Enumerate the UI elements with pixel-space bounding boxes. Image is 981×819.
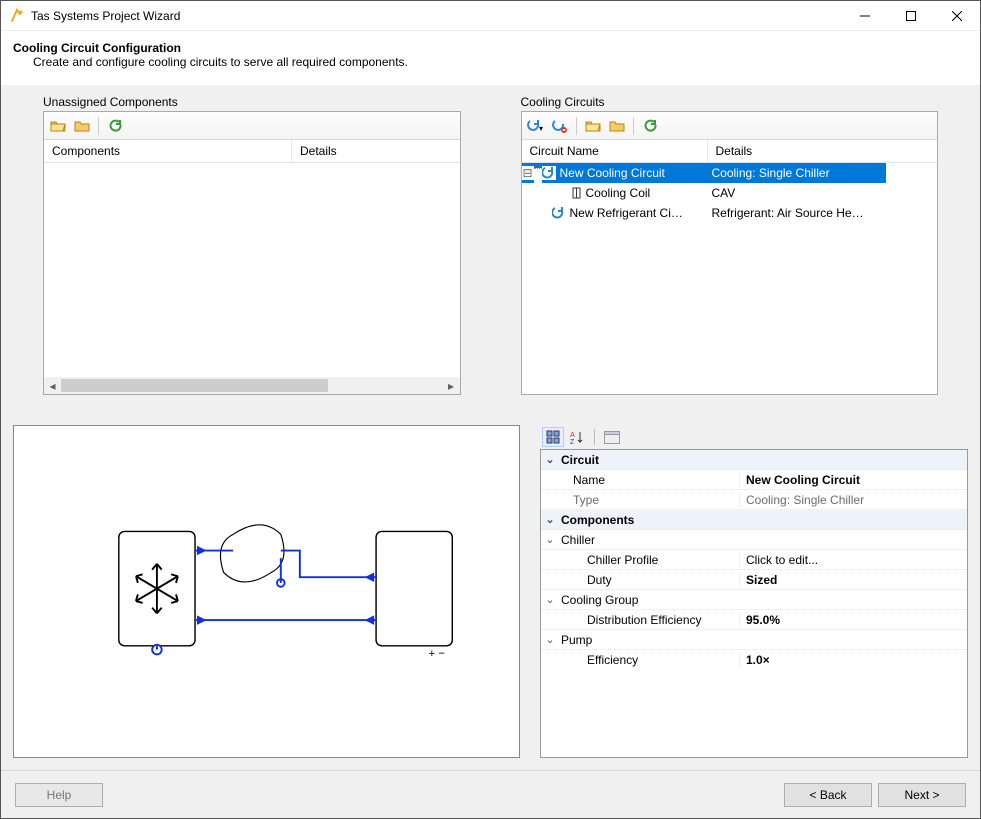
- unassigned-hscroll[interactable]: ◂ ▸: [44, 377, 460, 394]
- prop-row-pump[interactable]: ⌄Pump: [541, 630, 967, 650]
- circuit-icon: [552, 206, 566, 220]
- property-grid[interactable]: ⌄Circuit NameNew Cooling Circuit TypeCoo…: [540, 449, 968, 758]
- prop-row-chiller-profile[interactable]: Chiller ProfileClick to edit...: [541, 550, 967, 570]
- expand-icon[interactable]: ⌄: [541, 593, 559, 606]
- circuits-panel: Cooling Circuits ▾ Circuit Name Details: [521, 95, 939, 395]
- add-circuit-button[interactable]: ▾: [526, 116, 546, 136]
- toolbar-separator: [594, 429, 595, 445]
- toolbar-separator: [98, 117, 99, 135]
- scroll-left-icon[interactable]: ◂: [44, 377, 61, 394]
- categorized-button[interactable]: [542, 427, 564, 447]
- prop-row-dist-efficiency[interactable]: Distribution Efficiency95.0%: [541, 610, 967, 630]
- unassigned-list[interactable]: [44, 163, 460, 377]
- help-button[interactable]: Help: [15, 783, 103, 807]
- folder-open-button[interactable]: [583, 116, 603, 136]
- svg-text:A: A: [570, 432, 575, 439]
- app-window: Tas Systems Project Wizard Cooling Circu…: [0, 0, 981, 819]
- column-details[interactable]: Details: [292, 140, 460, 162]
- column-circuit-details[interactable]: Details: [708, 140, 938, 162]
- toolbar-separator: [576, 117, 577, 135]
- minimize-button[interactable]: [842, 1, 888, 31]
- maximize-button[interactable]: [888, 1, 934, 31]
- circuit-diagram[interactable]: + −: [13, 425, 520, 758]
- scroll-thumb[interactable]: [61, 379, 328, 392]
- folder-button[interactable]: [72, 116, 92, 136]
- unassigned-panel: Unassigned Components Components Details: [43, 95, 461, 395]
- prop-row-name[interactable]: NameNew Cooling Circuit: [541, 470, 967, 490]
- svg-text:Z: Z: [570, 439, 575, 444]
- circuits-tree[interactable]: ⊟ New Cooling Circuit Cooling: Single Ch…: [522, 163, 938, 394]
- property-pages-button[interactable]: [601, 427, 623, 447]
- scroll-right-icon[interactable]: ▸: [443, 377, 460, 394]
- remove-circuit-button[interactable]: [550, 116, 570, 136]
- property-toolbar: AZ: [540, 425, 968, 449]
- prop-row-type[interactable]: TypeCooling: Single Chiller: [541, 490, 967, 510]
- refresh-button[interactable]: [105, 116, 125, 136]
- column-circuit-name[interactable]: Circuit Name: [522, 140, 708, 162]
- prop-row-pump-efficiency[interactable]: Efficiency1.0×: [541, 650, 967, 670]
- tree-item-detail: Refrigerant: Air Source He…: [708, 203, 938, 223]
- app-icon: [9, 8, 25, 24]
- prop-row-chiller[interactable]: ⌄Chiller: [541, 530, 967, 550]
- refresh-button[interactable]: [640, 116, 660, 136]
- toolbar-separator: [633, 117, 634, 135]
- tree-item-label: New Cooling Circuit: [556, 166, 669, 180]
- folder-open-button[interactable]: [48, 116, 68, 136]
- tree-row-cooling-circuit[interactable]: ⊟ New Cooling Circuit Cooling: Single Ch…: [522, 163, 938, 183]
- unassigned-label: Unassigned Components: [43, 95, 461, 109]
- unassigned-toolbar: [44, 112, 460, 140]
- expand-icon[interactable]: ⌄: [541, 513, 559, 526]
- back-button[interactable]: < Back: [784, 783, 872, 807]
- tree-row-cooling-coil[interactable]: Cooling Coil CAV: [522, 183, 938, 203]
- tree-item-label: Cooling Coil: [582, 186, 655, 200]
- next-button[interactable]: Next >: [878, 783, 966, 807]
- titlebar: Tas Systems Project Wizard: [1, 1, 980, 31]
- folder-button[interactable]: [607, 116, 627, 136]
- alphabetical-button[interactable]: AZ: [566, 427, 588, 447]
- tree-item-label: New Refrigerant Ci…: [566, 206, 687, 220]
- prop-category-circuit[interactable]: ⌄Circuit: [541, 450, 967, 470]
- circuits-columns: Circuit Name Details: [522, 140, 938, 163]
- property-panel: AZ ⌄Circuit NameNew Cooling Circuit Type…: [540, 425, 968, 758]
- tree-item-detail: CAV: [708, 183, 938, 203]
- circuits-toolbar: ▾: [522, 112, 938, 140]
- circuit-icon: [542, 166, 556, 180]
- tree-row-refrigerant-circuit[interactable]: New Refrigerant Ci… Refrigerant: Air Sou…: [522, 203, 938, 223]
- expand-icon[interactable]: ⌄: [541, 453, 559, 466]
- page-title: Cooling Circuit Configuration: [13, 41, 968, 55]
- expand-icon[interactable]: ⌄: [541, 633, 559, 646]
- tree-item-detail: Cooling: Single Chiller: [708, 163, 886, 183]
- diagram-svg: + −: [14, 426, 519, 757]
- component-icon: [572, 186, 582, 200]
- column-components[interactable]: Components: [44, 140, 292, 162]
- close-button[interactable]: [934, 1, 980, 31]
- expand-icon[interactable]: ⌄: [541, 533, 559, 546]
- window-title: Tas Systems Project Wizard: [31, 9, 842, 23]
- svg-text:+ −: + −: [428, 648, 445, 660]
- circuits-label: Cooling Circuits: [521, 95, 939, 109]
- prop-category-components[interactable]: ⌄Components: [541, 510, 967, 530]
- wizard-footer: Help < Back Next >: [1, 770, 980, 818]
- unassigned-columns: Components Details: [44, 140, 460, 163]
- svg-text:▾: ▾: [539, 124, 543, 133]
- prop-row-cooling-group[interactable]: ⌄Cooling Group: [541, 590, 967, 610]
- prop-row-duty[interactable]: DutySized: [541, 570, 967, 590]
- content-area: Unassigned Components Components Details: [1, 85, 980, 770]
- page-header: Cooling Circuit Configuration Create and…: [1, 31, 980, 85]
- page-subtitle: Create and configure cooling circuits to…: [13, 55, 968, 69]
